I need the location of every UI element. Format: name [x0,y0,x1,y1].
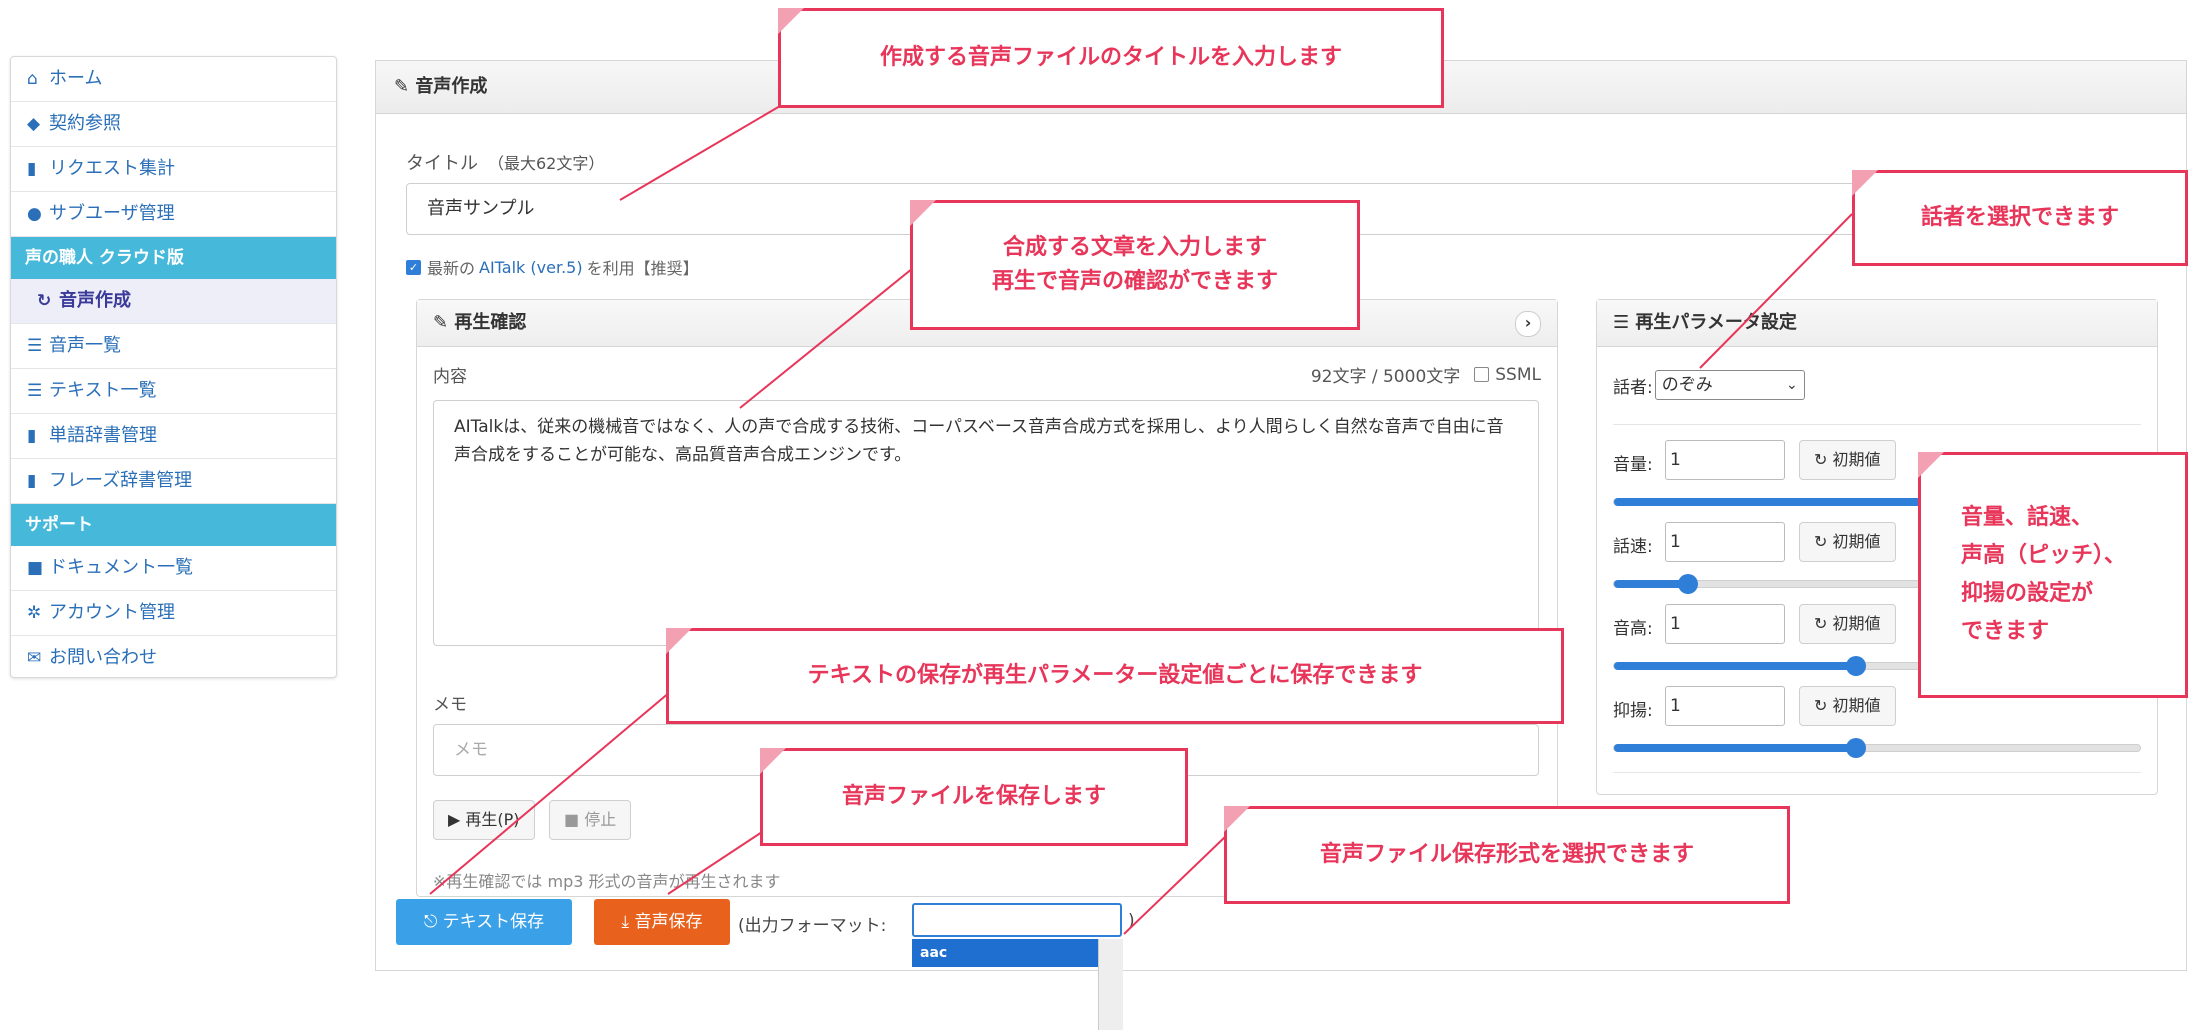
chevron-right-icon[interactable]: › [1515,311,1541,337]
callout-params: 音量、話速、 声高（ピッチ）、 抑揚の設定が できます [1918,452,2188,698]
callout-text-save: テキストの保存が再生パラメーター設定値ごとに保存できます [666,628,1564,724]
format-option-aac[interactable]: aac [912,939,1122,967]
intonation-reset-button[interactable]: ↻ 初期値 [1799,686,1896,726]
save-text-button[interactable]: ⎋ テキスト保存 [396,899,572,945]
intonation-slider[interactable] [1613,738,2141,758]
stop-button[interactable]: ■ 停止 [549,800,632,840]
callout-format: 音声ファイル保存形式を選択できます [1224,806,1790,904]
sidebar-item-word-dict[interactable]: ▮ 単語辞書管理 [11,414,336,459]
export-icon: ⎋ [423,912,443,932]
sidebar-item-contact[interactable]: ✉ お問い合わせ [11,636,336,677]
content-label: 内容 [433,367,467,387]
latest-engine-option[interactable]: ✓ 最新の AITalk (ver.5) を利用【推奨】 [406,255,699,279]
panel-title: 音声作成 [415,76,488,97]
speed-input[interactable]: 1 [1665,522,1785,562]
sidebar-item-home[interactable]: ⌂ ホーム [11,57,336,102]
separator [1613,424,2141,425]
callout-title-input: 作成する音声ファイルのタイトルを入力します [778,8,1444,108]
speed-reset-button[interactable]: ↻ 初期値 [1799,522,1896,562]
briefcase-icon: ■ [27,558,44,578]
sidebar-item-label: リクエスト集計 [49,158,175,179]
ssml-label: SSML [1495,364,1541,385]
sidebar-item-label: アカウント管理 [49,602,175,623]
sidebar-item-account[interactable]: ✲ アカウント管理 [11,591,336,636]
intonation-input[interactable]: 1 [1665,686,1785,726]
sidebar-item-create-audio[interactable]: ↻ 音声作成 [11,279,336,324]
callout-speaker: 話者を選択できます [1852,170,2188,266]
refresh-icon: ↻ [1814,614,1833,633]
separator [1613,772,2141,773]
home-icon: ⌂ [27,69,38,89]
sidebar-item-requests[interactable]: ▮ リクエスト集計 [11,147,336,192]
char-count: 92文字 / 5000文字 SSML [1310,364,1541,388]
title-hint: （最大62文字） [488,154,605,173]
params-header: ☰ 再生パラメータ設定 [1597,300,2157,347]
save-audio-button[interactable]: ⤓ 音声保存 [594,899,730,945]
sidebar-item-audio-list[interactable]: ☰ 音声一覧 [11,324,336,369]
speaker-row: 話者: のぞみ ⌄ [1613,370,1805,400]
sliders-icon: ☰ [1613,312,1636,333]
sidebar: ⌂ ホーム ◆ 契約参照 ▮ リクエスト集計 ● サブユーザ管理 声の職人 クラウド版 … [10,56,337,678]
pitch-reset-button[interactable]: ↻ 初期値 [1799,604,1896,644]
callout-sentence: 合成する文章を入力します 再生で音声の確認ができます [910,200,1360,330]
sidebar-item-documents[interactable]: ■ ドキュメント一覧 [11,546,336,591]
aitalk-link[interactable]: AITalk (ver.5) [479,258,583,277]
latest-engine-checkbox[interactable]: ✓ [406,259,421,275]
content-textarea[interactable]: AITalkは、従来の機械音ではなく、人の声で合成する技術、コーパスベース音声合… [433,400,1539,646]
play-button[interactable]: ▶ 再生(P) [433,800,535,840]
playback-note: ※再生確認では mp3 形式の音声が再生されます [433,872,781,891]
sidebar-item-contract[interactable]: ◆ 契約参照 [11,102,336,147]
sidebar-item-subusers[interactable]: ● サブユーザ管理 [11,192,336,237]
callout-audio-save: 音声ファイルを保存します [760,748,1188,846]
book-icon: ▮ [27,471,37,491]
memo-label: メモ [433,695,467,715]
sidebar-item-label: サブユーザ管理 [49,203,175,224]
refresh-icon: ↻ [1814,532,1833,551]
refresh-icon: ↻ [1814,450,1833,469]
format-select[interactable] [912,903,1122,937]
sidebar-item-label: 音声作成 [59,290,131,311]
refresh-icon: ↻ [1814,696,1833,715]
bar-chart-icon: ▮ [27,159,37,179]
sidebar-item-phrase-dict[interactable]: ▮ フレーズ辞書管理 [11,459,336,504]
sidebar-item-label: 音声一覧 [49,335,121,356]
wrench-icon: ✎ [394,76,416,97]
gear-icon: ✲ [27,603,42,623]
sidebar-item-label: 契約参照 [49,113,121,134]
sidebar-item-label: 単語辞書管理 [49,425,157,446]
download-icon: ⤓ [621,912,635,932]
format-label: (出力フォーマット: [738,916,887,936]
sidebar-item-label: フレーズ辞書管理 [49,470,193,491]
list-icon: ☰ [27,336,43,356]
mail-icon: ✉ [27,648,42,668]
list-icon: ☰ [27,381,43,401]
sidebar-item-label: お問い合わせ [49,647,157,668]
book-icon: ▮ [27,426,37,446]
sidebar-item-text-list[interactable]: ☰ テキスト一覧 [11,369,336,414]
sidebar-section-support: サポート [11,504,336,546]
volume-reset-button[interactable]: ↻ 初期値 [1799,440,1896,480]
sidebar-item-label: ホーム [49,68,103,89]
sidebar-section-voice: 声の職人 クラウド版 [11,237,336,279]
ssml-checkbox[interactable] [1474,367,1490,382]
chevron-down-icon: ⌄ [1786,377,1798,393]
pencil-icon: ✎ [433,312,455,333]
user-icon: ● [27,204,42,224]
sidebar-item-label: テキスト一覧 [49,380,157,401]
format-close-paren: ) [1128,911,1135,931]
pitch-input[interactable]: 1 [1665,604,1785,644]
format-scrollbar[interactable] [1098,939,1123,1030]
refresh-icon: ↻ [37,291,52,311]
tag-icon: ◆ [27,114,41,134]
sidebar-item-label: ドキュメント一覧 [49,557,193,578]
speaker-select[interactable]: のぞみ ⌄ [1654,370,1805,400]
title-label: タイトル （最大62文字） [406,153,605,174]
volume-input[interactable]: 1 [1665,440,1785,480]
